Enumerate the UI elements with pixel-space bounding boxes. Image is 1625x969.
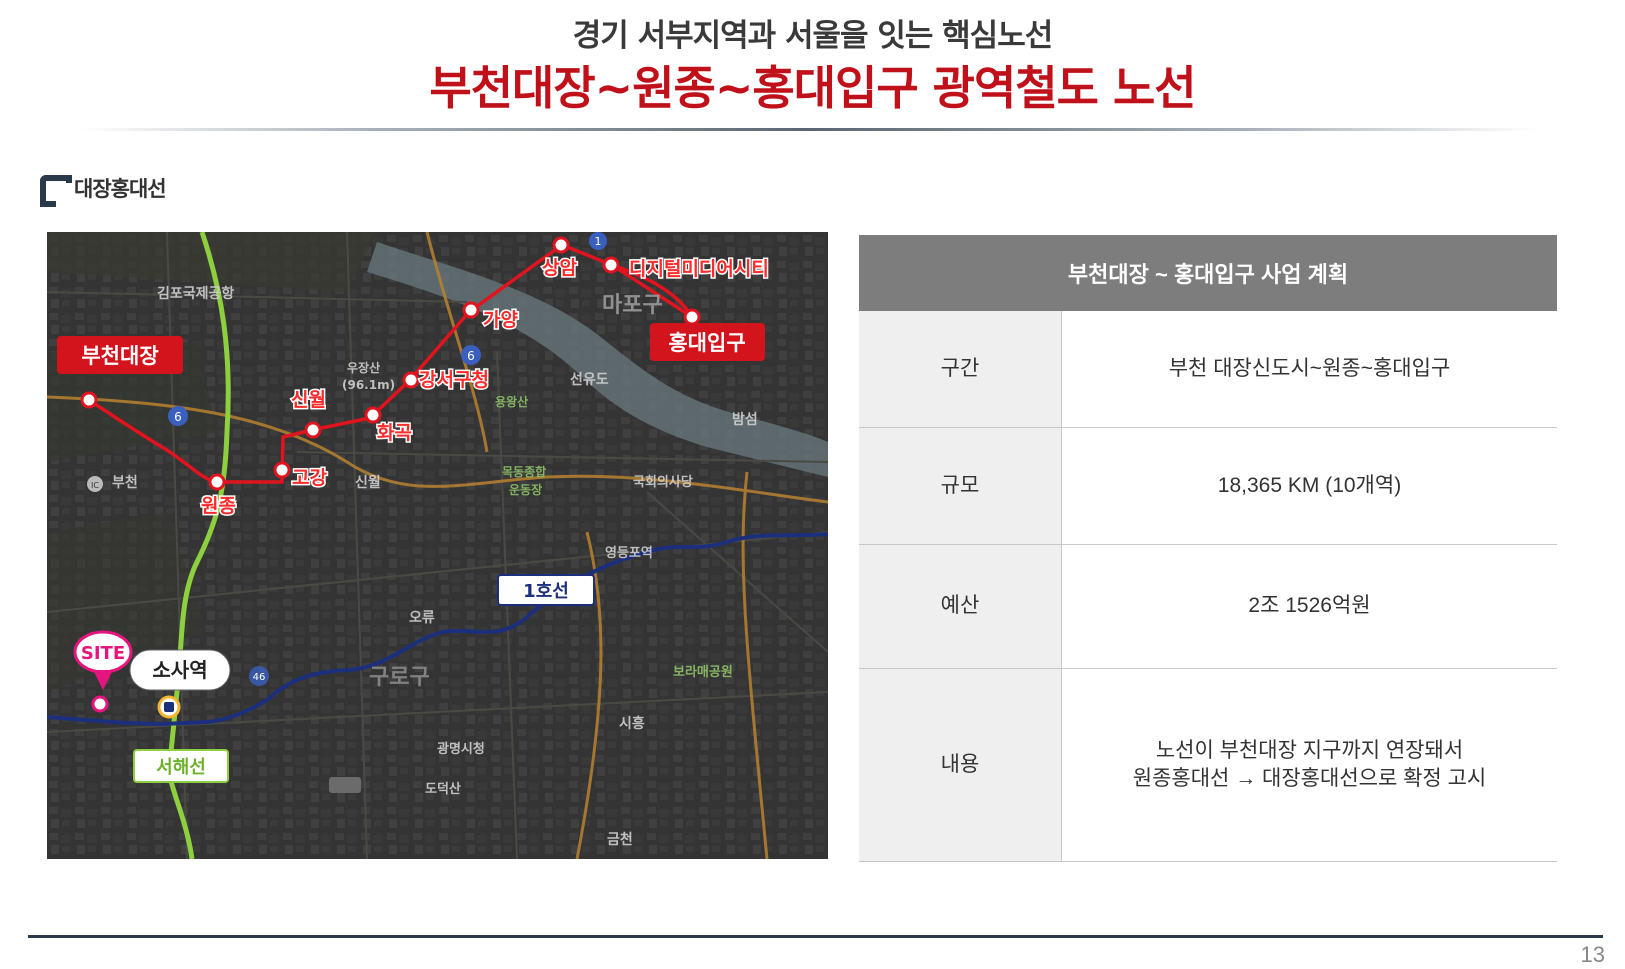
table-row: 규모 18,365 KM (10개역) [859, 427, 1557, 545]
route-badge: 46 [253, 672, 266, 683]
value-line: 2조 1526억원 [1248, 594, 1371, 617]
row-value: 18,365 KM (10개역) [1061, 427, 1557, 545]
station-dot-dmc [602, 256, 620, 274]
line1-label: 1호선 [523, 581, 569, 602]
section-heading: 대장홍대선 [40, 168, 167, 208]
map-label: 선유도 [570, 372, 609, 388]
station-label-gayang: 가양 [483, 309, 518, 331]
route-map: 김포국제공항 마포구 우장산 (96.1m) 선유도 밤섬 부천 신월 목동종합… [47, 232, 828, 859]
route-badge: 6 [467, 349, 475, 363]
row-key: 규모 [859, 427, 1062, 545]
value-line: 원종홍대선 → 대장홍대선으로 확정 고시 [1132, 766, 1487, 790]
table-header: 부천대장 ~ 홍대입구 사업 계획 [859, 235, 1557, 311]
site-label: SITE [81, 643, 125, 664]
map-label: 부천 [112, 475, 138, 491]
map-label: 밤섬 [732, 412, 758, 428]
table-row: 구간 부천 대장신도시~원종~홍대입구 [859, 311, 1557, 428]
map-label: 용왕산 [495, 394, 528, 409]
station-label-hwagok: 화곡 [377, 422, 412, 444]
row-key: 내용 [859, 668, 1062, 862]
title-block: 경기 서부지역과 서울을 잇는 핵심노선 부천대장~원종~홍대입구 광역철도 노… [0, 14, 1625, 118]
value-line: 부천 대장신도시~원종~홍대입구 [1168, 356, 1451, 380]
station-dot-hongik [683, 308, 701, 326]
station-label-bucheon-daejang: 부천대장 [81, 344, 158, 368]
station-label-hongik: 홍대입구 [668, 331, 745, 355]
table-header-row: 부천대장 ~ 홍대입구 사업 계획 [859, 235, 1557, 311]
row-value: 2조 1526억원 [1061, 544, 1557, 669]
station-dot-bucheon-daejang [80, 391, 98, 409]
table-row: 예산 2조 1526억원 [859, 544, 1557, 669]
route-badge: 1 [595, 235, 602, 248]
map-label: 영등포역 [605, 545, 653, 561]
map-label: 시흥 [619, 715, 645, 732]
plan-table: 부천대장 ~ 홍대입구 사업 계획 구간 부천 대장신도시~원종~홍대입구 규모… [859, 235, 1557, 862]
section-label: 대장홍대선 [74, 177, 167, 201]
row-key: 구간 [859, 311, 1062, 428]
ic-badge: IC [91, 481, 99, 490]
station-dot-sinwol [304, 421, 322, 439]
row-value: 노선이 부천대장 지구까지 연장돼서 원종홍대선 → 대장홍대선으로 확정 고시 [1061, 668, 1557, 862]
station-dot-wonjong [208, 473, 226, 491]
station-label-dmc: 디지털미디어시티 [629, 258, 769, 280]
row-key: 예산 [859, 544, 1062, 669]
map-label: 광명시청 [437, 741, 485, 757]
station-label-sangam: 상암 [542, 257, 577, 279]
table-row: 내용 노선이 부천대장 지구까지 연장돼서 원종홍대선 → 대장홍대선으로 확정… [859, 668, 1557, 862]
value-line: 18,365 KM (10개역) [1217, 473, 1402, 497]
station-dot-gangseo-gu-office [402, 371, 420, 389]
map-label: 김포국제공항 [157, 285, 234, 302]
station-dot-gayang [462, 301, 480, 319]
page-number: 13 [1580, 942, 1605, 967]
station-label-sinwol: 신월 [291, 389, 326, 411]
station-dot-sangam [552, 236, 570, 254]
station-label-wonjong: 원종 [201, 495, 236, 517]
station-dot-gogang [273, 461, 291, 479]
map-label: 보라매공원 [673, 664, 733, 680]
seohae-label: 서해선 [156, 757, 206, 778]
page-subtitle: 경기 서부지역과 서울을 잇는 핵심노선 [572, 18, 1054, 54]
title-divider [80, 128, 1540, 131]
map-label: 금천 [607, 832, 633, 848]
map-label: 도덕산 [425, 781, 461, 797]
row-value: 부천 대장신도시~원종~홍대입구 [1061, 311, 1557, 428]
map-label: 운동장 [509, 482, 542, 497]
station-label-gogang: 고강 [292, 467, 327, 489]
map-label: 오류 [409, 610, 435, 626]
map-label: 우장산 [347, 360, 380, 375]
value-line: 노선이 부천대장 지구까지 연장돼서 [1155, 738, 1464, 762]
route-badge: 6 [174, 410, 182, 424]
station-dot-hwagok [364, 406, 382, 424]
page-title: 부천대장~원종~홍대입구 광역철도 노선 [429, 61, 1196, 115]
map-label: 구로구 [369, 665, 430, 690]
footer-divider [28, 935, 1603, 938]
map-label: 마포구 [602, 293, 663, 318]
station-label-gangseo: 강서구청 [419, 369, 489, 391]
bracket-icon [40, 175, 72, 207]
sosa-station-label: 소사역 [152, 658, 207, 682]
map-label: 신월 [355, 474, 381, 491]
map-label: 목동종합 [502, 464, 546, 479]
map-label: 국회의사당 [633, 474, 693, 490]
map-label: (96.1m) [342, 378, 395, 392]
